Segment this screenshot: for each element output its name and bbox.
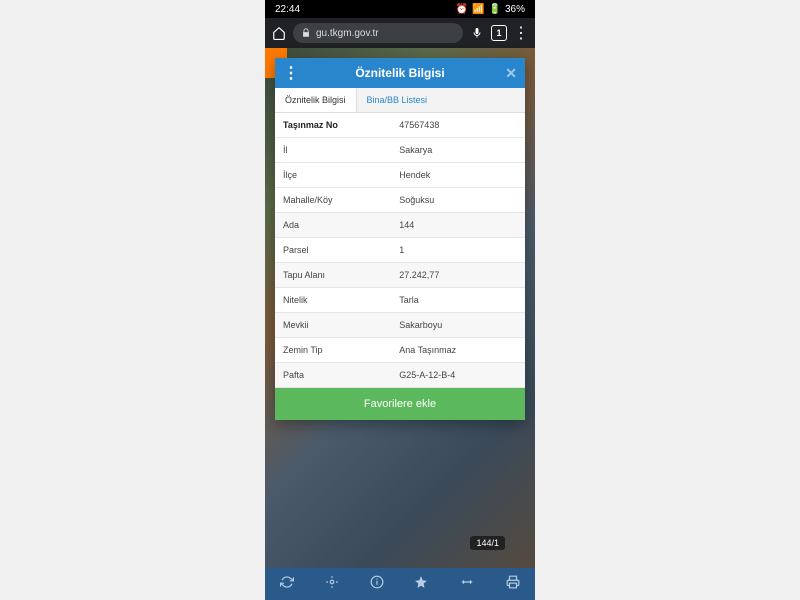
row-key: Nitelik <box>275 288 391 312</box>
status-bar: 22:44 ⏰ 📶 🔋 36% <box>265 0 535 18</box>
status-time: 22:44 <box>275 4 300 15</box>
table-row: Zemin TipAna Taşınmaz <box>275 338 525 363</box>
table-row: NitelikTarla <box>275 288 525 313</box>
row-value: Soğuksu <box>391 188 525 212</box>
battery-icon: 🔋 <box>489 4 501 15</box>
locate-icon[interactable] <box>325 575 339 594</box>
row-key: Mevkii <box>275 313 391 337</box>
more-icon[interactable]: ⋮ <box>513 23 529 43</box>
parcel-label: 144/1 <box>470 536 505 550</box>
attribute-modal: ⋮ Öznitelik Bilgisi ✕ Öznitelik Bilgisi … <box>275 58 525 420</box>
attribute-rows: Taşınmaz No47567438İlSakaryaİlçeHendekMa… <box>275 113 525 388</box>
refresh-icon[interactable] <box>280 575 294 594</box>
table-row: İlSakarya <box>275 138 525 163</box>
battery-percent: 36% <box>505 4 525 15</box>
row-key: İlçe <box>275 163 391 187</box>
row-value: Sakarya <box>391 138 525 162</box>
url-text: gu.tkgm.gov.tr <box>316 28 379 39</box>
add-favorite-button[interactable]: Favorilere ekle <box>275 388 525 420</box>
measure-icon[interactable] <box>459 575 475 594</box>
table-row: Ada144 <box>275 213 525 238</box>
row-value: G25-A-12-B-4 <box>391 363 525 387</box>
table-row: Taşınmaz No47567438 <box>275 113 525 138</box>
modal-menu-icon[interactable]: ⋮ <box>283 63 299 83</box>
table-row: PaftaG25-A-12-B-4 <box>275 363 525 388</box>
tab-attributes[interactable]: Öznitelik Bilgisi <box>275 88 357 112</box>
mic-icon[interactable] <box>469 27 485 39</box>
bottom-toolbar <box>265 568 535 600</box>
lock-icon <box>301 28 311 38</box>
row-key: Taşınmaz No <box>275 113 391 137</box>
alarm-icon: ⏰ <box>456 4 468 15</box>
info-icon[interactable] <box>370 575 384 594</box>
tab-buildings[interactable]: Bina/BB Listesi <box>357 88 438 112</box>
table-row: MevkiiSakarboyu <box>275 313 525 338</box>
row-key: Mahalle/Köy <box>275 188 391 212</box>
row-key: Parsel <box>275 238 391 262</box>
signal-icon: 📶 <box>472 4 484 15</box>
row-value: Hendek <box>391 163 525 187</box>
row-key: Tapu Alanı <box>275 263 391 287</box>
modal-header: ⋮ Öznitelik Bilgisi ✕ <box>275 58 525 88</box>
phone-frame: 22:44 ⏰ 📶 🔋 36% gu.tkgm.gov.tr 1 ⋮ <box>265 0 535 600</box>
browser-chrome: gu.tkgm.gov.tr 1 ⋮ <box>265 18 535 48</box>
table-row: Tapu Alanı27.242,77 <box>275 263 525 288</box>
row-key: Ada <box>275 213 391 237</box>
modal-tabs: Öznitelik Bilgisi Bina/BB Listesi <box>275 88 525 113</box>
row-value: 27.242,77 <box>391 263 525 287</box>
close-icon[interactable]: ✕ <box>505 65 517 82</box>
home-icon[interactable] <box>271 26 287 40</box>
row-value: Tarla <box>391 288 525 312</box>
row-key: Zemin Tip <box>275 338 391 362</box>
row-value: Sakarboyu <box>391 313 525 337</box>
row-value: 47567438 <box>391 113 525 137</box>
table-row: Parsel1 <box>275 238 525 263</box>
url-bar[interactable]: gu.tkgm.gov.tr <box>293 23 463 43</box>
table-row: İlçeHendek <box>275 163 525 188</box>
modal-title: Öznitelik Bilgisi <box>355 66 444 80</box>
row-value: 1 <box>391 238 525 262</box>
tab-count[interactable]: 1 <box>491 25 507 41</box>
row-value: Ana Taşınmaz <box>391 338 525 362</box>
row-key: Pafta <box>275 363 391 387</box>
row-value: 144 <box>391 213 525 237</box>
star-icon[interactable] <box>414 575 428 594</box>
table-row: Mahalle/KöySoğuksu <box>275 188 525 213</box>
print-icon[interactable] <box>506 575 520 594</box>
row-key: İl <box>275 138 391 162</box>
